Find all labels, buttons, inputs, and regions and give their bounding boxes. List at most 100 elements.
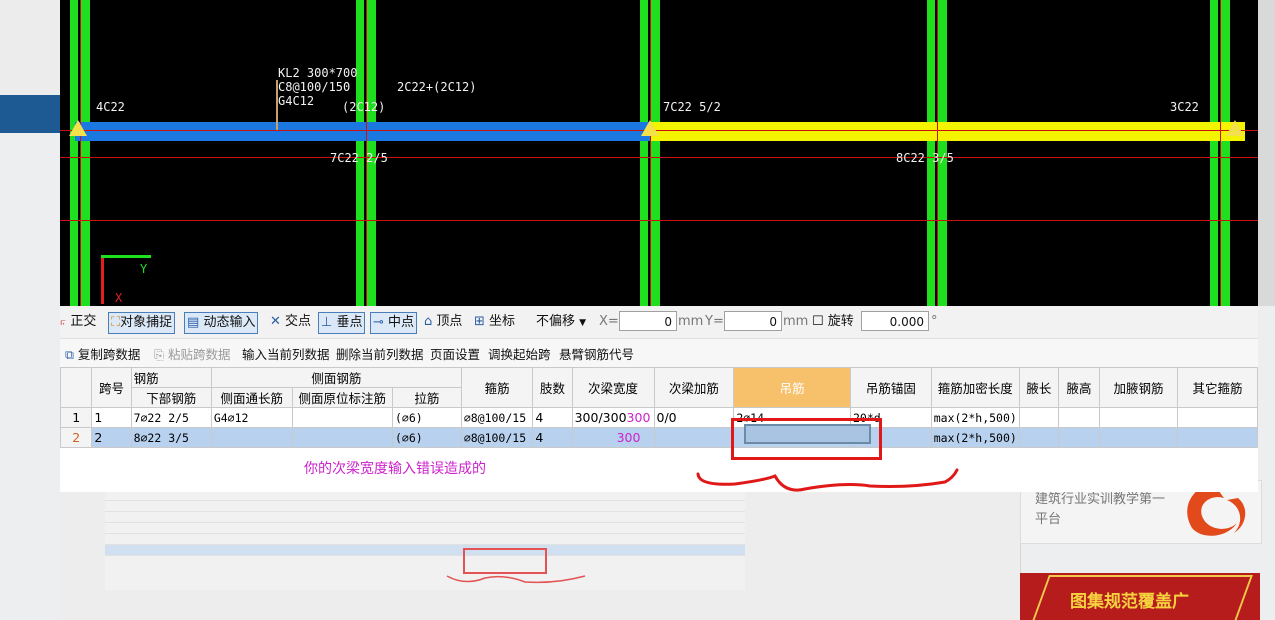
cell-span[interactable]: 2 xyxy=(91,427,132,448)
cell-side-original[interactable] xyxy=(291,407,393,428)
cell-stirrup[interactable]: ⌀8@100/15 xyxy=(460,407,534,428)
col-header-haunch-rebar[interactable]: 加腋钢筋 xyxy=(1099,367,1179,408)
paste-span-button[interactable]: ⎘ 粘贴跨数据 xyxy=(154,344,231,363)
cell-haunch-rebar[interactable] xyxy=(1099,427,1179,448)
cell-legs[interactable]: 4 xyxy=(532,407,573,428)
cell-bottom-rebar[interactable]: 8⌀22 3/5 xyxy=(130,427,212,448)
col-header-tie[interactable]: 拉筋 xyxy=(391,387,462,408)
table-row-selected[interactable]: 2 2 8⌀22 3/5 (⌀6) ⌀8@100/15 4 300 max(2*… xyxy=(60,427,1258,448)
cell-sub-beam-width[interactable]: 300/300300 xyxy=(571,407,655,428)
cell-side-through[interactable] xyxy=(210,427,293,448)
col-header-bottom-rebar[interactable]: 下部钢筋 xyxy=(130,387,212,408)
cell-stirrup[interactable]: ⌀8@100/15 xyxy=(460,427,534,448)
col-header-haunch-height[interactable]: 腋高 xyxy=(1058,367,1101,408)
col-header-span[interactable]: 跨号 xyxy=(91,367,132,408)
cell-bottom-rebar[interactable]: 7⌀22 2/5 xyxy=(130,407,212,428)
row-index: 2 xyxy=(60,427,93,448)
y-unit: mm xyxy=(783,314,809,329)
thumbnail-red-highlight xyxy=(463,548,547,574)
y-input[interactable]: 0 xyxy=(724,311,782,331)
cell-haunch-length[interactable] xyxy=(1018,407,1060,428)
col-header-hanger-anchor[interactable]: 吊筋锚固 xyxy=(849,367,932,408)
ucs-x-axis xyxy=(101,255,151,258)
paste-icon: ⎘ xyxy=(154,347,165,362)
cell-tie[interactable]: (⌀6) xyxy=(391,407,462,428)
width-note: 300 xyxy=(616,430,641,445)
input-column-button[interactable]: 输入当前列数据 xyxy=(242,344,330,363)
beam-label: KL2 300*700 xyxy=(278,66,358,80)
thumbnail-red-scribble xyxy=(446,575,586,584)
copy-span-button[interactable]: ⧉ 复制跨数据 xyxy=(65,344,140,363)
cell-side-through[interactable]: G4⌀12 xyxy=(210,407,293,428)
cell-span[interactable]: 1 xyxy=(91,407,132,428)
cell-haunch-rebar[interactable] xyxy=(1099,407,1179,428)
cell-stirrup-dense[interactable]: max(2*h,500) xyxy=(930,407,1020,428)
support-marker xyxy=(69,120,87,136)
col-header-stirrup-dense[interactable]: 箍筋加密长度 xyxy=(930,367,1020,408)
perpendicular-snap[interactable]: ⊥ 垂点 xyxy=(318,312,366,334)
dynamic-input-toggle[interactable]: ▤ 动态输入 xyxy=(184,312,259,334)
cell-sub-beam-width[interactable]: 300 xyxy=(571,427,655,448)
rotate-input[interactable]: 0.000 xyxy=(861,311,929,331)
cell-haunch-height[interactable] xyxy=(1058,427,1101,448)
sidebar-ad-banner[interactable]: 图集规范覆盖广 xyxy=(1020,573,1260,620)
coordinate-snap[interactable]: ⊞ 坐标 xyxy=(474,312,515,332)
support-marker xyxy=(1226,120,1244,136)
copy-icon: ⧉ xyxy=(65,347,74,362)
sidebar-promo-text: 建筑行业实训教学第一平台 xyxy=(1035,492,1166,527)
col-header-sub-beam-add[interactable]: 次梁加筋 xyxy=(653,367,735,408)
snap-toolbar: ⟔ 正交 ⛶对象捕捉 ▤ 动态输入 ✕ 交点 ⊥ 垂点 ⊸ 中点 ⌂ 顶点 ⊞ … xyxy=(60,306,1258,339)
table-row[interactable]: 1 1 7⌀22 2/5 G4⌀12 (⌀6) ⌀8@100/15 4 300/… xyxy=(60,407,1258,428)
page-scrollbar[interactable] xyxy=(1258,0,1275,306)
vertex-icon: ⌂ xyxy=(424,314,433,329)
rotate-checkbox[interactable]: ☐ 旋转 xyxy=(812,312,854,332)
beam-stirrup-label: C8@100/150 xyxy=(278,80,351,94)
cell-side-original[interactable] xyxy=(291,427,393,448)
dynamic-input-icon: ▤ xyxy=(187,315,200,330)
delete-column-button[interactable]: 删除当前列数据 xyxy=(336,344,424,363)
row-index-header xyxy=(60,367,93,408)
cantilever-code-button[interactable]: 悬臂钢筋代号 xyxy=(559,344,634,363)
cell-tie[interactable]: (⌀6) xyxy=(391,427,462,448)
col-header-side-original[interactable]: 侧面原位标注筋 xyxy=(291,387,393,408)
col-header-side-through[interactable]: 侧面通长筋 xyxy=(210,387,293,408)
red-scribble-underline xyxy=(696,468,959,492)
cad-drawing-viewport[interactable]: KL2 300*700 C8@100/150 2C22+(2C12) G4C12… xyxy=(60,0,1258,306)
table-toolbar: ⧉ 复制跨数据 ⎘ 粘贴跨数据 输入当前列数据 删除当前列数据 页面设置 调换起… xyxy=(60,339,1258,367)
cell-sub-beam-add[interactable]: 0/0 xyxy=(653,407,735,428)
beam-span-1-selected[interactable] xyxy=(75,122,650,141)
beam-sub-label: (2C12) xyxy=(342,100,386,114)
red-highlight-box xyxy=(731,418,882,460)
coordinate-icon: ⊞ xyxy=(474,314,485,329)
ortho-toggle[interactable]: ⟔ 正交 xyxy=(60,312,96,332)
x-input[interactable]: 0 xyxy=(619,311,677,331)
col-header-hanger[interactable]: 吊筋 xyxy=(733,367,851,408)
support-marker xyxy=(641,120,659,136)
beam-span-2[interactable] xyxy=(650,122,1245,141)
page-setup-button[interactable]: 页面设置 xyxy=(430,344,480,363)
error-annotation: 你的次梁宽度输入错误造成的 xyxy=(304,461,486,477)
object-snap-toggle[interactable]: ⛶对象捕捉 xyxy=(108,312,176,334)
background-screenshot-thumbnail xyxy=(105,490,745,590)
col-header-stirrup[interactable]: 箍筋 xyxy=(460,367,534,408)
swap-start-span-button[interactable]: 调换起始跨 xyxy=(488,344,551,363)
intersect-snap[interactable]: ✕ 交点 xyxy=(270,312,311,332)
col-header-haunch-length[interactable]: 腋长 xyxy=(1018,367,1060,408)
row-index: 1 xyxy=(60,407,93,428)
span-data-grid[interactable]: 跨号 钢筋 侧面钢筋 箍筋 肢数 次梁宽度 次梁加筋 吊筋 吊筋锚固 箍筋加密长… xyxy=(60,367,1258,492)
cell-other-stirrup[interactable] xyxy=(1177,427,1258,448)
cell-haunch-length[interactable] xyxy=(1018,427,1060,448)
col-header-sub-beam-width[interactable]: 次梁宽度 xyxy=(571,367,655,408)
col-header-other-stirrup[interactable]: 其它箍筋 xyxy=(1177,367,1258,408)
offset-select[interactable]: 不偏移 ▼ xyxy=(536,312,586,332)
cell-other-stirrup[interactable] xyxy=(1177,407,1258,428)
col-header-legs[interactable]: 肢数 xyxy=(532,367,573,408)
cell-legs[interactable]: 4 xyxy=(532,427,573,448)
degree-unit: ° xyxy=(931,314,938,329)
cell-haunch-height[interactable] xyxy=(1058,407,1101,428)
cell-sub-beam-add[interactable] xyxy=(653,427,735,448)
midpoint-snap[interactable]: ⊸ 中点 xyxy=(370,312,418,334)
cell-stirrup-dense[interactable]: max(2*h,500) xyxy=(930,427,1020,448)
vertex-snap[interactable]: ⌂ 顶点 xyxy=(424,312,462,332)
checkbox-icon: ☐ xyxy=(812,314,824,329)
